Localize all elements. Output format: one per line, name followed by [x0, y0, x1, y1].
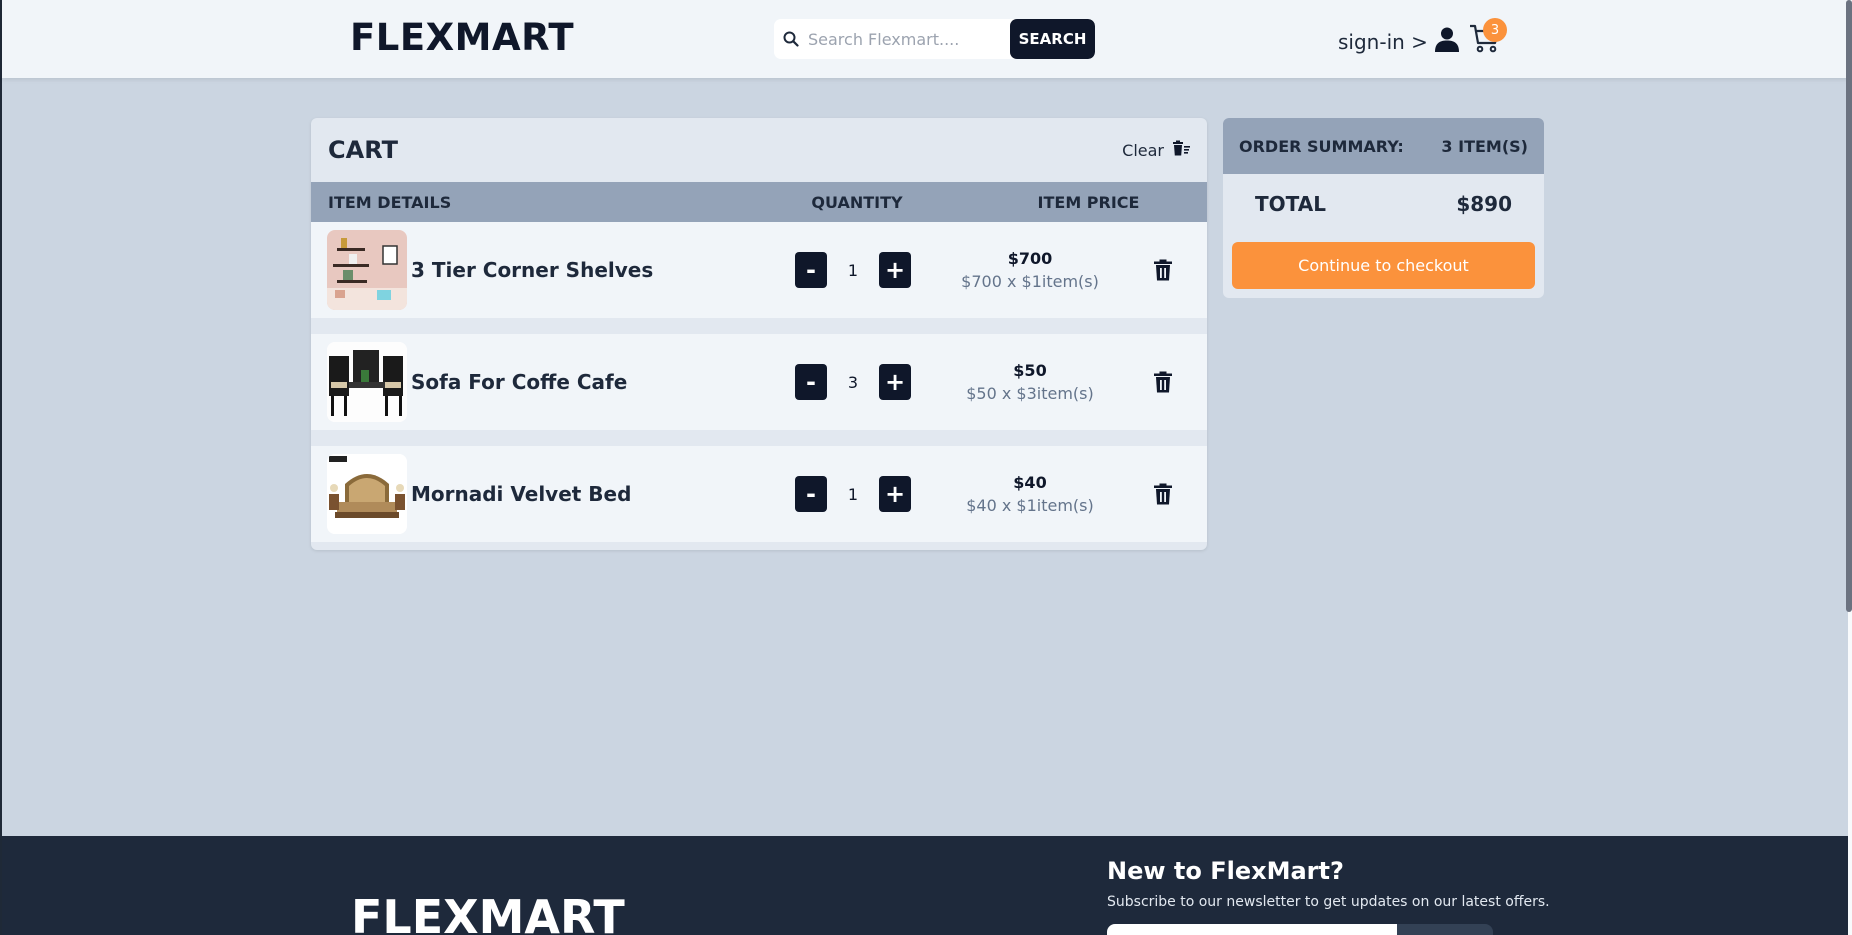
newsletter-subscribe-button[interactable] — [1397, 924, 1493, 935]
quantity-value: 1 — [847, 260, 859, 280]
cart-item-row: Mornadi Velvet Bed - 1 + $40 $40 x $1ite… — [311, 446, 1207, 542]
increase-quantity-button[interactable]: + — [879, 364, 911, 400]
column-item-details: ITEM DETAILS — [328, 192, 452, 212]
checkout-button[interactable]: Continue to checkout — [1232, 242, 1535, 289]
sign-in-label: sign-in > — [1338, 29, 1428, 54]
item-price-detail: $50 x $3item(s) — [966, 384, 1094, 403]
price-cell: $50 $50 x $3item(s) — [945, 361, 1115, 403]
cart-count-badge: 3 — [1483, 18, 1507, 42]
cart-item-row: Sofa For Coffe Cafe - 3 + $50 $50 x $3it… — [311, 334, 1207, 430]
cart-item-row: 3 Tier Corner Shelves - 1 + $700 $700 x … — [311, 222, 1207, 318]
item-price-detail: $40 x $1item(s) — [966, 496, 1094, 515]
order-total-row: TOTAL $890 — [1223, 174, 1544, 234]
item-price: $40 — [1013, 473, 1047, 492]
newsletter-email-input[interactable] — [1107, 924, 1397, 935]
product-thumbnail-bed[interactable] — [327, 454, 407, 534]
product-thumbnail-sofa[interactable] — [327, 342, 407, 422]
item-price-detail: $700 x $1item(s) — [961, 272, 1099, 291]
order-summary-panel: ORDER SUMMARY: 3 ITEM(S) TOTAL $890 Cont… — [1223, 118, 1544, 298]
order-summary-header: ORDER SUMMARY: 3 ITEM(S) — [1223, 118, 1544, 174]
quantity-stepper: - 1 + — [761, 476, 945, 512]
increase-quantity-button[interactable]: + — [879, 252, 911, 288]
trash-icon[interactable] — [1153, 371, 1173, 393]
column-quantity: QUANTITY — [811, 192, 903, 212]
cart-column-header: ITEM DETAILS QUANTITY ITEM PRICE — [311, 182, 1207, 222]
increase-quantity-button[interactable]: + — [879, 476, 911, 512]
quantity-stepper: - 3 + — [761, 364, 945, 400]
total-label: TOTAL — [1255, 192, 1326, 216]
cart-title: CART — [328, 136, 398, 164]
decrease-quantity-button[interactable]: - — [795, 476, 827, 512]
search-bar: SEARCH — [774, 19, 1095, 59]
order-summary-title: ORDER SUMMARY: — [1239, 136, 1404, 156]
top-header: FLEXMART SEARCH sign-in > 3 — [2, 0, 1848, 78]
product-name[interactable]: Mornadi Velvet Bed — [407, 482, 747, 506]
clear-cart-icon — [1172, 140, 1190, 160]
user-icon — [1434, 26, 1460, 57]
site-footer: FLEXMART New to FlexMart? Subscribe to o… — [2, 836, 1848, 935]
trash-icon[interactable] — [1153, 483, 1173, 505]
price-cell: $700 $700 x $1item(s) — [945, 249, 1115, 291]
trash-icon[interactable] — [1153, 259, 1173, 281]
footer-logo[interactable]: FLEXMART — [351, 890, 625, 935]
total-value: $890 — [1456, 192, 1512, 216]
quantity-value: 1 — [847, 484, 859, 504]
clear-cart-button[interactable]: Clear — [1122, 140, 1190, 160]
cart-header: CART Clear — [311, 118, 1207, 182]
quantity-value: 3 — [847, 372, 859, 392]
order-summary-item-count: 3 ITEM(S) — [1441, 136, 1528, 156]
product-thumbnail-shelves[interactable] — [327, 230, 407, 310]
column-item-price: ITEM PRICE — [1037, 192, 1140, 212]
search-icon — [774, 19, 808, 59]
item-price: $50 — [1013, 361, 1047, 380]
scrollbar-thumb[interactable] — [1846, 0, 1852, 612]
search-button[interactable]: SEARCH — [1010, 19, 1095, 59]
newsletter-heading: New to FlexMart? — [1107, 857, 1344, 885]
search-input[interactable] — [808, 19, 1010, 59]
product-name[interactable]: Sofa For Coffe Cafe — [407, 370, 747, 394]
product-name[interactable]: 3 Tier Corner Shelves — [407, 258, 747, 282]
newsletter-text: Subscribe to our newsletter to get updat… — [1107, 894, 1550, 910]
clear-cart-label: Clear — [1122, 140, 1164, 160]
site-logo[interactable]: FLEXMART — [350, 16, 574, 59]
price-cell: $40 $40 x $1item(s) — [945, 473, 1115, 515]
sign-in-link[interactable]: sign-in > — [1338, 26, 1460, 57]
decrease-quantity-button[interactable]: - — [795, 252, 827, 288]
cart-panel: CART Clear ITEM DETAILS QUANTITY ITEM PR… — [311, 118, 1207, 550]
decrease-quantity-button[interactable]: - — [795, 364, 827, 400]
quantity-stepper: - 1 + — [761, 252, 945, 288]
item-price: $700 — [1007, 249, 1053, 268]
